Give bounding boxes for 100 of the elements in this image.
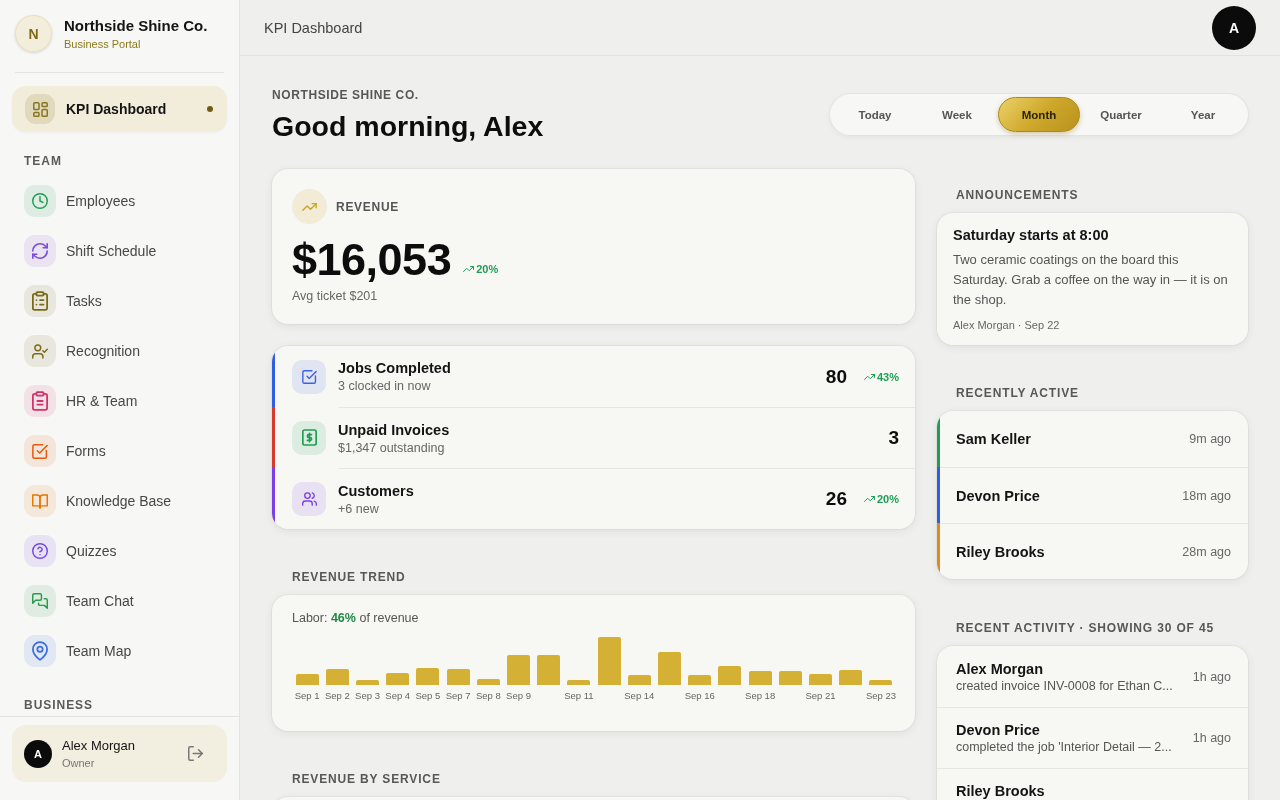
- member-name: Devon Price: [956, 487, 1040, 504]
- activity-user: Alex Morgan: [956, 659, 1043, 678]
- period-tab[interactable]: Year: [1162, 97, 1244, 132]
- chart-bar: [597, 637, 621, 685]
- axis-label: Sep 11: [564, 690, 594, 701]
- kpi-title: Jobs Completed: [338, 359, 451, 377]
- axis-label: Sep 3: [355, 690, 380, 701]
- nav-item[interactable]: Tasks: [12, 276, 227, 326]
- brand-name: Northside Shine Co.: [64, 16, 208, 35]
- period-tab[interactable]: Week: [916, 97, 998, 132]
- trend-up-icon: [463, 266, 475, 272]
- section-heading: ANNOUNCEMENTS: [955, 188, 1080, 202]
- axis-label: Sep 21: [805, 690, 836, 701]
- chart-bar: [567, 680, 591, 685]
- activity-description: created invoice INV-0008 for Ethan C...: [956, 677, 1173, 694]
- trend-up-icon: [863, 373, 875, 380]
- section-heading: REVENUE TREND: [291, 570, 407, 584]
- nav-item[interactable]: Shift Schedule: [12, 226, 227, 276]
- trend-value: 20%: [876, 493, 899, 505]
- period-tab[interactable]: Quarter: [1080, 97, 1162, 132]
- chart-bar: [627, 675, 651, 685]
- period-tab[interactable]: Today: [834, 97, 916, 132]
- kpi-value: 3: [888, 427, 899, 449]
- section-heading: RECENT ACTIVITY · SHOWING 30 OF 45: [955, 621, 1215, 635]
- chart-bar: [839, 670, 863, 685]
- activity-description: completed the job 'Interior Detail — 2...: [956, 739, 1172, 755]
- brand-subtitle: Business Portal: [64, 36, 142, 51]
- nav-item[interactable]: Quizzes: [12, 526, 227, 576]
- activity-time: 1h ago: [1192, 731, 1231, 745]
- activity-time: 1h ago: [1192, 669, 1231, 684]
- active-dot-icon: [207, 106, 213, 112]
- kpi-value: 26: [825, 488, 847, 510]
- member-name: Sam Keller: [956, 431, 1031, 447]
- kpi-subtitle: $1,347 outstanding: [338, 439, 445, 456]
- axis-label: Sep 18: [745, 690, 776, 701]
- nav-item[interactable]: HR & Team: [12, 376, 227, 426]
- account-avatar[interactable]: A: [1212, 5, 1256, 50]
- nav-item[interactable]: Employees: [12, 176, 227, 226]
- nav-item[interactable]: Team Map: [12, 626, 227, 676]
- section-heading: REVENUE BY SERVICE: [291, 772, 442, 786]
- axis-label: Sep 7: [445, 690, 471, 701]
- chart-bar: [869, 680, 893, 685]
- section-heading: RECENTLY ACTIVE: [955, 386, 1080, 400]
- last-active-time: 18m ago: [1182, 488, 1231, 503]
- kpi-subtitle: 3 clocked in now: [338, 378, 431, 394]
- chart-bar: [416, 668, 440, 685]
- company-eyebrow: NORTHSIDE SHINE CO.: [272, 88, 420, 102]
- brand-avatar: N: [15, 15, 52, 52]
- nav-item[interactable]: Recognition: [12, 326, 227, 376]
- activity-user: Riley Brooks: [956, 782, 1045, 800]
- axis-label: Sep 4: [385, 690, 411, 701]
- axis-label: Sep 14: [624, 690, 655, 701]
- user-role: Owner: [62, 755, 96, 770]
- trend-value: 20%: [476, 263, 499, 275]
- page-title: KPI Dashboard: [264, 19, 363, 36]
- labor-note: Labor: 46% of revenue: [292, 610, 419, 626]
- activity-user: Devon Price: [956, 721, 1040, 739]
- kpi-subtitle: +6 new: [338, 500, 379, 517]
- greeting-heading: Good morning, Alex: [272, 109, 544, 143]
- revenue-label: REVENUE: [336, 199, 400, 214]
- kpi-value: 80: [825, 365, 847, 388]
- axis-label: Sep 9: [506, 690, 531, 701]
- announcement-meta: Alex Morgan · Sep 22: [953, 318, 1061, 332]
- revenue-value: $16,053: [292, 236, 452, 284]
- nav-item[interactable]: Forms: [12, 426, 227, 476]
- chart-bar: [446, 669, 470, 685]
- announcement-body: Two ceramic coatings on the board this Saturday. Grab a coffee on the way in — it is on the shop.: [953, 251, 1229, 309]
- chart-bar: [295, 674, 319, 685]
- chart-bar: [386, 673, 410, 685]
- chart-bar: [809, 674, 833, 685]
- nav-item[interactable]: Knowledge Base: [12, 476, 227, 526]
- user-avatar: A: [24, 739, 52, 768]
- trend-value: 43%: [876, 370, 899, 383]
- axis-label: Sep 1: [294, 690, 320, 701]
- announcement-title: Saturday starts at 8:00: [953, 226, 1110, 244]
- period-tab[interactable]: Month: [998, 97, 1080, 132]
- trend-up-icon: [292, 189, 327, 224]
- avg-ticket: Avg ticket $201: [292, 288, 378, 304]
- chart-bar: [507, 655, 530, 685]
- chart-bar: [658, 652, 682, 685]
- nav-item[interactable]: KPI Dashboard: [12, 86, 227, 132]
- chart-bar: [356, 680, 379, 685]
- axis-label: Sep 16: [684, 690, 715, 701]
- section-heading: TEAM: [23, 154, 63, 168]
- chart-bar: [476, 679, 500, 685]
- chart-bar: [718, 666, 742, 685]
- axis-label: Sep 8: [475, 690, 501, 701]
- logout-icon[interactable]: [188, 746, 203, 761]
- chart-bar: [688, 675, 712, 685]
- member-name: Riley Brooks: [956, 543, 1045, 560]
- chart-bar: [748, 671, 772, 685]
- axis-label: Sep 5: [415, 690, 441, 701]
- axis-label: Sep 23: [865, 690, 896, 701]
- last-active-time: 9m ago: [1189, 432, 1231, 446]
- section-heading: BUSINESS: [23, 698, 95, 712]
- users-icon: [292, 481, 326, 516]
- axis-label: Sep 2: [324, 690, 350, 701]
- kpi-title: Customers: [338, 481, 414, 500]
- kpi-title: Unpaid Invoices: [338, 420, 450, 439]
- nav-item[interactable]: Team Chat: [12, 576, 227, 626]
